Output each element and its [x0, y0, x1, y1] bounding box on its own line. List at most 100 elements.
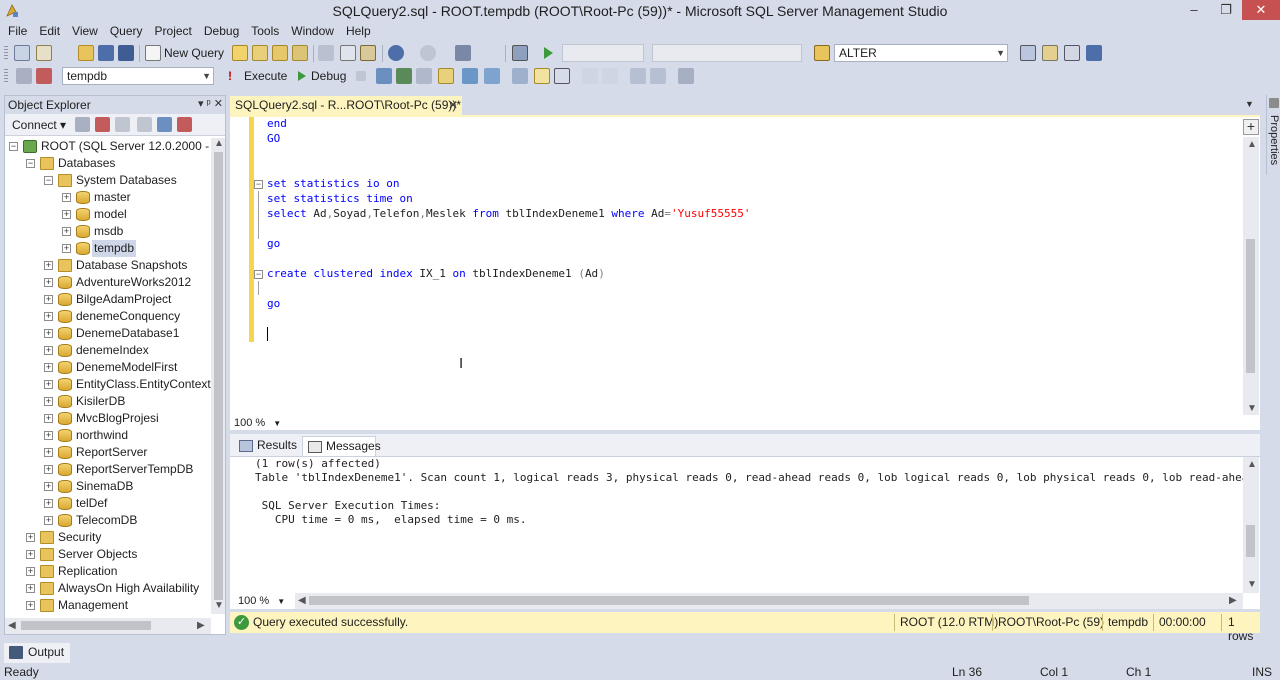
find-combo[interactable]: ALTER ▼: [834, 44, 1008, 62]
display-estimated-plan-icon[interactable]: [396, 68, 412, 84]
scroll-down-icon[interactable]: ▼: [1247, 579, 1257, 590]
scroll-left-icon[interactable]: ◀: [8, 620, 16, 631]
toolbox-icon[interactable]: [1086, 45, 1102, 61]
results-to-grid-icon[interactable]: [554, 68, 570, 84]
expand-icon[interactable]: +: [44, 448, 53, 457]
add-item-icon[interactable]: [36, 45, 52, 61]
menu-query[interactable]: Query: [104, 22, 149, 42]
expand-icon[interactable]: +: [26, 567, 35, 576]
new-query-button[interactable]: New Query: [164, 46, 224, 60]
expand-icon[interactable]: +: [44, 465, 53, 474]
scrollbar-thumb[interactable]: [214, 152, 223, 600]
properties-window-icon[interactable]: [1064, 45, 1080, 61]
expand-icon[interactable]: +: [44, 499, 53, 508]
start-debugging-icon[interactable]: [540, 45, 556, 61]
scrollbar-thumb[interactable]: [21, 621, 151, 630]
collapse-icon[interactable]: −: [44, 176, 53, 185]
scroll-right-icon[interactable]: ▶: [197, 620, 205, 631]
scroll-down-icon[interactable]: ▼: [214, 600, 224, 611]
cut-icon[interactable]: [318, 45, 334, 61]
messages-zoom-combo[interactable]: 100 % ▼: [234, 593, 285, 610]
query-editor[interactable]: end GO set statistics io on set statistics …: [230, 115, 1260, 430]
menu-tools[interactable]: Tools: [245, 22, 285, 42]
properties-side-tab[interactable]: Properties: [1266, 95, 1280, 175]
cancel-query-icon[interactable]: [356, 71, 366, 81]
editor-zoom-combo[interactable]: 100 % ▼: [230, 415, 281, 432]
connect-object-explorer-icon[interactable]: [75, 117, 90, 132]
toolbar-grip[interactable]: [4, 46, 8, 61]
panel-window-buttons[interactable]: ▾ ᵖ ✕: [198, 97, 223, 110]
expand-icon[interactable]: +: [62, 227, 71, 236]
specify-template-values-icon[interactable]: [678, 68, 694, 84]
scrollbar-thumb[interactable]: [309, 596, 1029, 605]
collapse-icon[interactable]: −: [254, 180, 263, 189]
activity-monitor-icon[interactable]: [512, 45, 528, 61]
refresh-icon[interactable]: [157, 117, 172, 132]
expand-icon[interactable]: +: [44, 346, 53, 355]
results-to-text-icon[interactable]: [534, 68, 550, 84]
scroll-right-icon[interactable]: ▶: [1229, 595, 1237, 606]
client-statistics-icon[interactable]: [512, 68, 528, 84]
debug-icon[interactable]: [294, 68, 310, 84]
expand-icon[interactable]: +: [44, 380, 53, 389]
scroll-up-icon[interactable]: ▲: [1247, 139, 1257, 150]
expand-icon[interactable]: +: [26, 601, 35, 610]
parse-icon[interactable]: [376, 68, 392, 84]
connect-icon[interactable]: [16, 68, 32, 84]
navigate-backward-icon[interactable]: [455, 45, 471, 61]
save-icon[interactable]: [98, 45, 114, 61]
solution-configuration-combo[interactable]: [562, 44, 644, 62]
filter-icon[interactable]: [137, 117, 152, 132]
scroll-up-icon[interactable]: ▲: [1247, 459, 1257, 470]
mdx-query-icon[interactable]: [272, 45, 288, 61]
save-all-icon[interactable]: [118, 45, 134, 61]
new-query-icon[interactable]: [145, 45, 161, 61]
tree-horizontal-scrollbar[interactable]: ◀ ▶: [5, 618, 211, 634]
menu-edit[interactable]: Edit: [33, 22, 66, 42]
close-tab-icon[interactable]: ✕: [448, 96, 458, 114]
expand-icon[interactable]: +: [44, 278, 53, 287]
execute-button[interactable]: Execute: [244, 69, 287, 83]
redo-icon[interactable]: [420, 45, 436, 61]
expand-icon[interactable]: +: [44, 516, 53, 525]
expand-icon[interactable]: +: [44, 363, 53, 372]
scroll-up-icon[interactable]: ▲: [214, 138, 224, 149]
editor-vertical-scrollbar[interactable]: ▲ ▼: [1243, 137, 1259, 415]
scroll-left-icon[interactable]: ◀: [298, 595, 306, 606]
expand-icon[interactable]: +: [44, 329, 53, 338]
menu-project[interactable]: Project: [149, 22, 198, 42]
decrease-indent-icon[interactable]: [630, 68, 646, 84]
minimize-button[interactable]: –: [1180, 0, 1208, 20]
expand-icon[interactable]: +: [44, 295, 53, 304]
messages-horizontal-scrollbar[interactable]: ◀ ▶: [295, 593, 1243, 609]
expand-icon[interactable]: +: [62, 244, 71, 253]
collapse-icon[interactable]: −: [26, 159, 35, 168]
execute-icon[interactable]: !: [228, 69, 232, 83]
expand-icon[interactable]: +: [44, 431, 53, 440]
menu-file[interactable]: File: [2, 22, 33, 42]
delete-icon[interactable]: [177, 117, 192, 132]
tab-messages[interactable]: Messages: [302, 436, 381, 456]
expand-icon[interactable]: +: [62, 193, 71, 202]
messages-pane[interactable]: (1 row(s) affected) Table 'tblIndexDeneme…: [230, 456, 1260, 609]
tab-results[interactable]: Results: [234, 436, 300, 456]
maximize-button[interactable]: ❐: [1212, 0, 1240, 20]
collapse-icon[interactable]: −: [9, 142, 18, 151]
comment-lines-icon[interactable]: [582, 68, 598, 84]
split-editor-icon[interactable]: +: [1243, 119, 1259, 135]
scrollbar-thumb[interactable]: [1246, 239, 1255, 373]
analysis-query-icon[interactable]: [252, 45, 268, 61]
scrollbar-thumb[interactable]: [1246, 525, 1255, 557]
expand-icon[interactable]: +: [44, 312, 53, 321]
connect-button[interactable]: Connect ▾: [12, 118, 66, 132]
menu-help[interactable]: Help: [340, 22, 377, 42]
toolbar-grip[interactable]: [4, 69, 8, 84]
uncomment-lines-icon[interactable]: [602, 68, 618, 84]
expand-icon[interactable]: +: [62, 210, 71, 219]
stop-icon[interactable]: [115, 117, 130, 132]
tab-sqlquery2[interactable]: SQLQuery2.sql - R...ROOT\Root-Pc (59))* …: [230, 96, 462, 115]
object-explorer-icon[interactable]: [1042, 45, 1058, 61]
increase-indent-icon[interactable]: [650, 68, 666, 84]
collapse-icon[interactable]: −: [254, 270, 263, 279]
debug-button[interactable]: Debug: [311, 69, 346, 83]
